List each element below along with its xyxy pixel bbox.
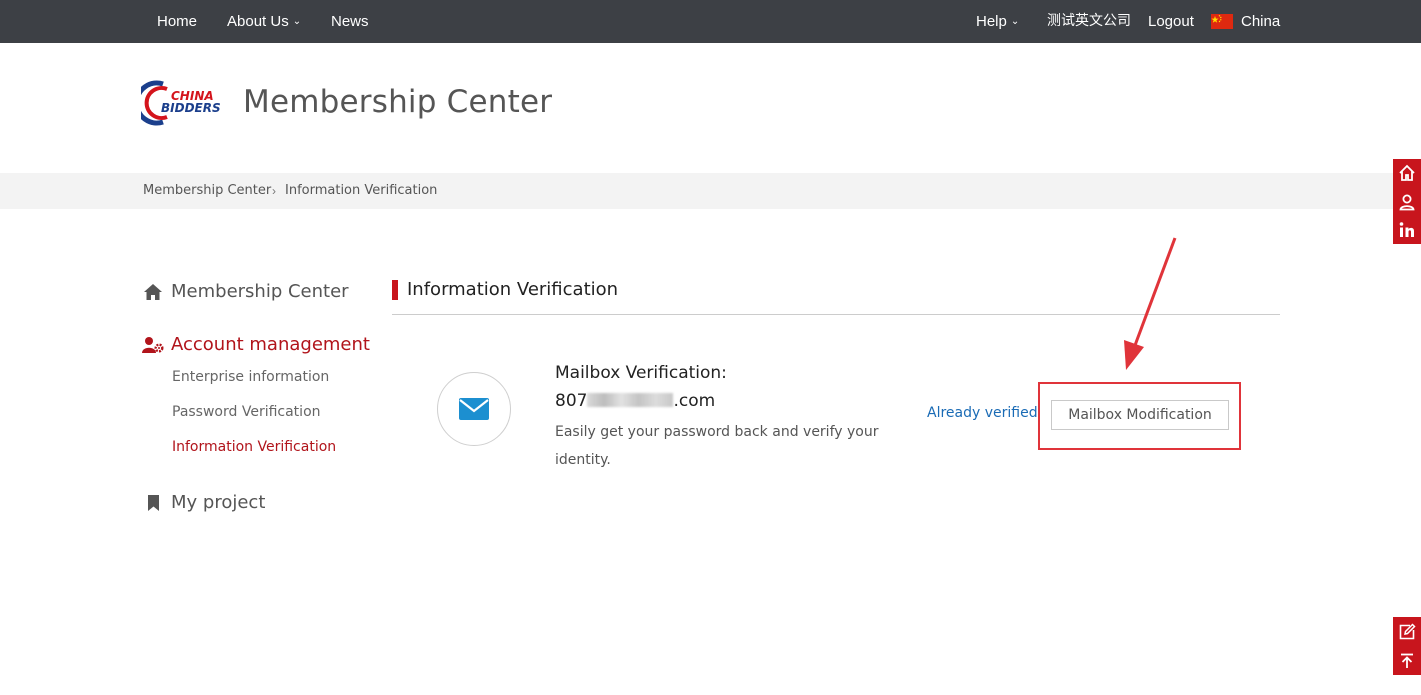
nav-company[interactable]: 测试英文公司 (1047, 0, 1131, 43)
nav-region[interactable]: China (1241, 0, 1280, 43)
breadcrumb-item-information-verification: Information Verification (285, 183, 438, 198)
mail-icon-circle (437, 372, 511, 446)
annotation-arrow (1124, 237, 1177, 370)
nav-help[interactable]: Help ⌄ (976, 0, 1019, 43)
floating-toolbar-bottom (1393, 617, 1421, 675)
mailbox-verification-title: Mailbox Verification: (555, 363, 727, 383)
linkedin-icon[interactable] (1393, 216, 1421, 244)
nav-help-label: Help (976, 13, 1007, 30)
sidebar-item-information-verification[interactable]: Information Verification (172, 439, 336, 455)
china-bidders-logo[interactable]: CHINA BIDDERS (134, 80, 225, 126)
chevron-down-icon: ⌄ (1010, 16, 1020, 27)
nav-logout[interactable]: Logout (1148, 0, 1194, 43)
section-title: Information Verification (407, 279, 619, 300)
nav-home[interactable]: Home (157, 0, 197, 43)
verification-status: Already verified (927, 405, 1038, 421)
user-gear-icon (142, 337, 164, 353)
sidebar-item-label: Membership Center (171, 281, 349, 302)
edit-icon[interactable] (1393, 617, 1421, 646)
home-icon[interactable] (1393, 159, 1421, 187)
sidebar-item-label: Account management (171, 334, 370, 355)
floating-toolbar (1393, 159, 1421, 244)
sidebar-item-password-verification[interactable]: Password Verification (172, 404, 321, 420)
nav-about-us[interactable]: About Us ⌄ (227, 0, 301, 43)
nav-news[interactable]: News (331, 0, 369, 43)
mailbox-description: Easily get your password back and verify… (555, 424, 879, 468)
sidebar-item-enterprise-information[interactable]: Enterprise information (172, 369, 329, 385)
china-flag-icon[interactable] (1211, 14, 1233, 29)
email-redaction (587, 393, 674, 407)
user-icon[interactable] (1393, 188, 1421, 216)
home-icon (144, 284, 162, 300)
back-to-top-icon[interactable] (1393, 646, 1421, 675)
page-title: Membership Center (243, 84, 553, 120)
nav-about-us-label: About Us (227, 13, 289, 30)
breadcrumb-separator: › (272, 184, 276, 198)
highlight-box (1038, 382, 1241, 450)
breadcrumb-item-membership-center[interactable]: Membership Center (143, 173, 271, 209)
top-nav-bar: Home About Us ⌄ News Help ⌄ 测试英文公司 Logout … (0, 0, 1421, 43)
envelope-icon (459, 398, 489, 420)
sidebar-item-label: My project (171, 492, 266, 513)
breadcrumb: Membership Center › Information Verifica… (0, 173, 1421, 209)
section-marker (392, 280, 398, 300)
chevron-down-icon: ⌄ (292, 16, 302, 27)
email-prefix: 807 (555, 391, 588, 411)
logo-text-bottom: BIDDERS (161, 101, 221, 115)
mailbox-email: 807 .com (555, 391, 715, 411)
bookmark-icon (148, 495, 159, 511)
email-suffix: .com (673, 391, 716, 411)
